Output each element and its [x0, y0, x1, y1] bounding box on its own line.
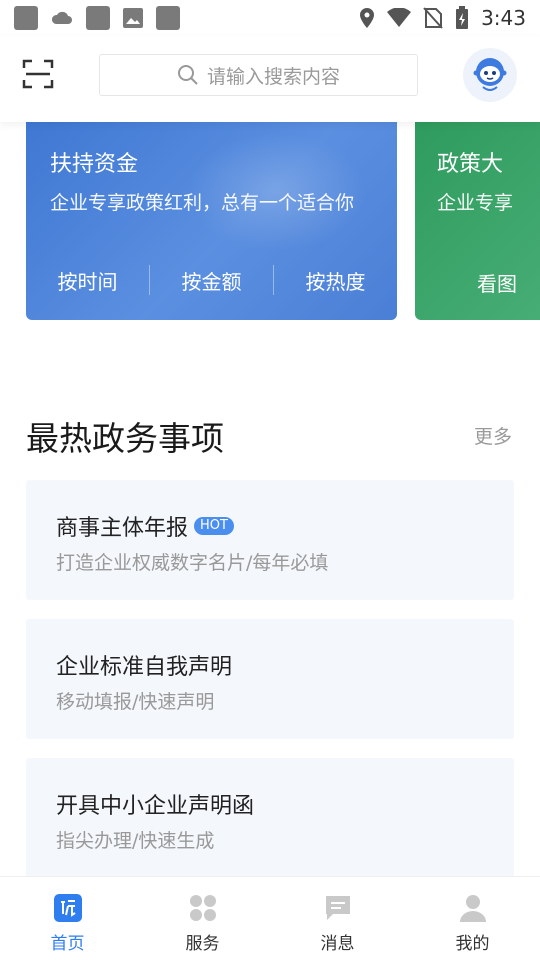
list-item[interactable]: 开具中小企业声明函 指尖办理/快速生成	[26, 758, 514, 878]
app-notification-icon	[14, 6, 38, 30]
banner-subtitle: 企业专享	[437, 192, 514, 214]
banner-card-funding[interactable]: 扶持资金 企业专享政策红利，总有一个适合你 按时间 按金额 按热度	[26, 122, 397, 320]
image-icon	[123, 8, 143, 28]
hot-badge: HOT	[194, 517, 234, 535]
grid-clover-icon	[189, 895, 216, 921]
item-subtitle: 打造企业权威数字名片/每年必填	[56, 552, 329, 574]
message-bubble-icon	[325, 896, 350, 920]
banner-title: 政策大	[437, 152, 504, 177]
system-status: 3:43	[359, 6, 526, 30]
nav-label: 首页	[50, 934, 85, 954]
no-sim-icon	[423, 7, 443, 29]
item-title-row: 开具中小企业声明函	[56, 788, 254, 820]
item-title-row: 商事主体年报 HOT	[56, 510, 234, 542]
banner-title: 扶持资金	[50, 152, 139, 177]
item-title-row: 企业标准自我声明	[56, 649, 232, 681]
clock: 3:43	[481, 6, 526, 30]
banner-carousel[interactable]: 扶持资金 企业专享政策红利，总有一个适合你 按时间 按金额 按热度 政策大 企业…	[0, 122, 540, 322]
list-item[interactable]: 商事主体年报 HOT 打造企业权威数字名片/每年必填	[26, 480, 514, 600]
nav-profile[interactable]: 我的	[405, 877, 540, 960]
assistant-avatar[interactable]	[463, 48, 517, 102]
banner-filter-tabs: 按时间 按金额 按热度	[26, 260, 397, 300]
search-input[interactable]: 请输入搜索内容	[99, 54, 418, 96]
scan-icon[interactable]	[22, 58, 54, 90]
item-title: 商事主体年报	[56, 516, 189, 541]
home-doc-icon	[53, 894, 82, 922]
cloud-icon	[51, 11, 72, 24]
nav-services[interactable]: 服务	[135, 877, 270, 960]
item-subtitle: 移动填报/快速声明	[56, 691, 215, 713]
notification-icons	[14, 6, 180, 30]
search-placeholder: 请输入搜索内容	[206, 65, 340, 88]
nav-label: 消息	[320, 934, 355, 954]
filter-by-amount[interactable]: 按金额	[150, 266, 273, 295]
view-graphic-link[interactable]: 看图	[477, 268, 517, 297]
top-header: 请输入搜索内容	[0, 36, 540, 122]
nav-messages[interactable]: 消息	[270, 877, 405, 960]
person-icon	[459, 895, 486, 922]
section-title: 最热政务事项	[26, 419, 224, 458]
app-notification-icon	[86, 6, 110, 30]
item-title: 企业标准自我声明	[56, 655, 233, 680]
bottom-navigation: 首页 服务 消息 我的	[0, 876, 540, 960]
banner-subtitle: 企业专享政策红利，总有一个适合你	[50, 192, 355, 214]
wifi-icon	[387, 8, 412, 27]
search-icon	[177, 65, 198, 85]
banner-card-policy[interactable]: 政策大 企业专享 看图	[415, 122, 540, 320]
location-icon	[360, 8, 375, 28]
robot-mascot-icon	[473, 58, 507, 91]
item-subtitle: 指尖办理/快速生成	[56, 830, 215, 852]
item-title: 开具中小企业声明函	[56, 794, 255, 819]
filter-by-time[interactable]: 按时间	[26, 266, 149, 295]
list-item[interactable]: 企业标准自我声明 移动填报/快速声明	[26, 619, 514, 739]
app-notification-icon	[156, 6, 180, 30]
nav-label: 服务	[185, 934, 220, 954]
nav-label: 我的	[455, 934, 490, 954]
filter-by-popularity[interactable]: 按热度	[274, 266, 397, 295]
nav-home[interactable]: 首页	[0, 877, 135, 960]
battery-icon	[456, 6, 469, 29]
status-bar: 3:43	[0, 0, 540, 36]
more-link[interactable]: 更多	[474, 422, 512, 449]
